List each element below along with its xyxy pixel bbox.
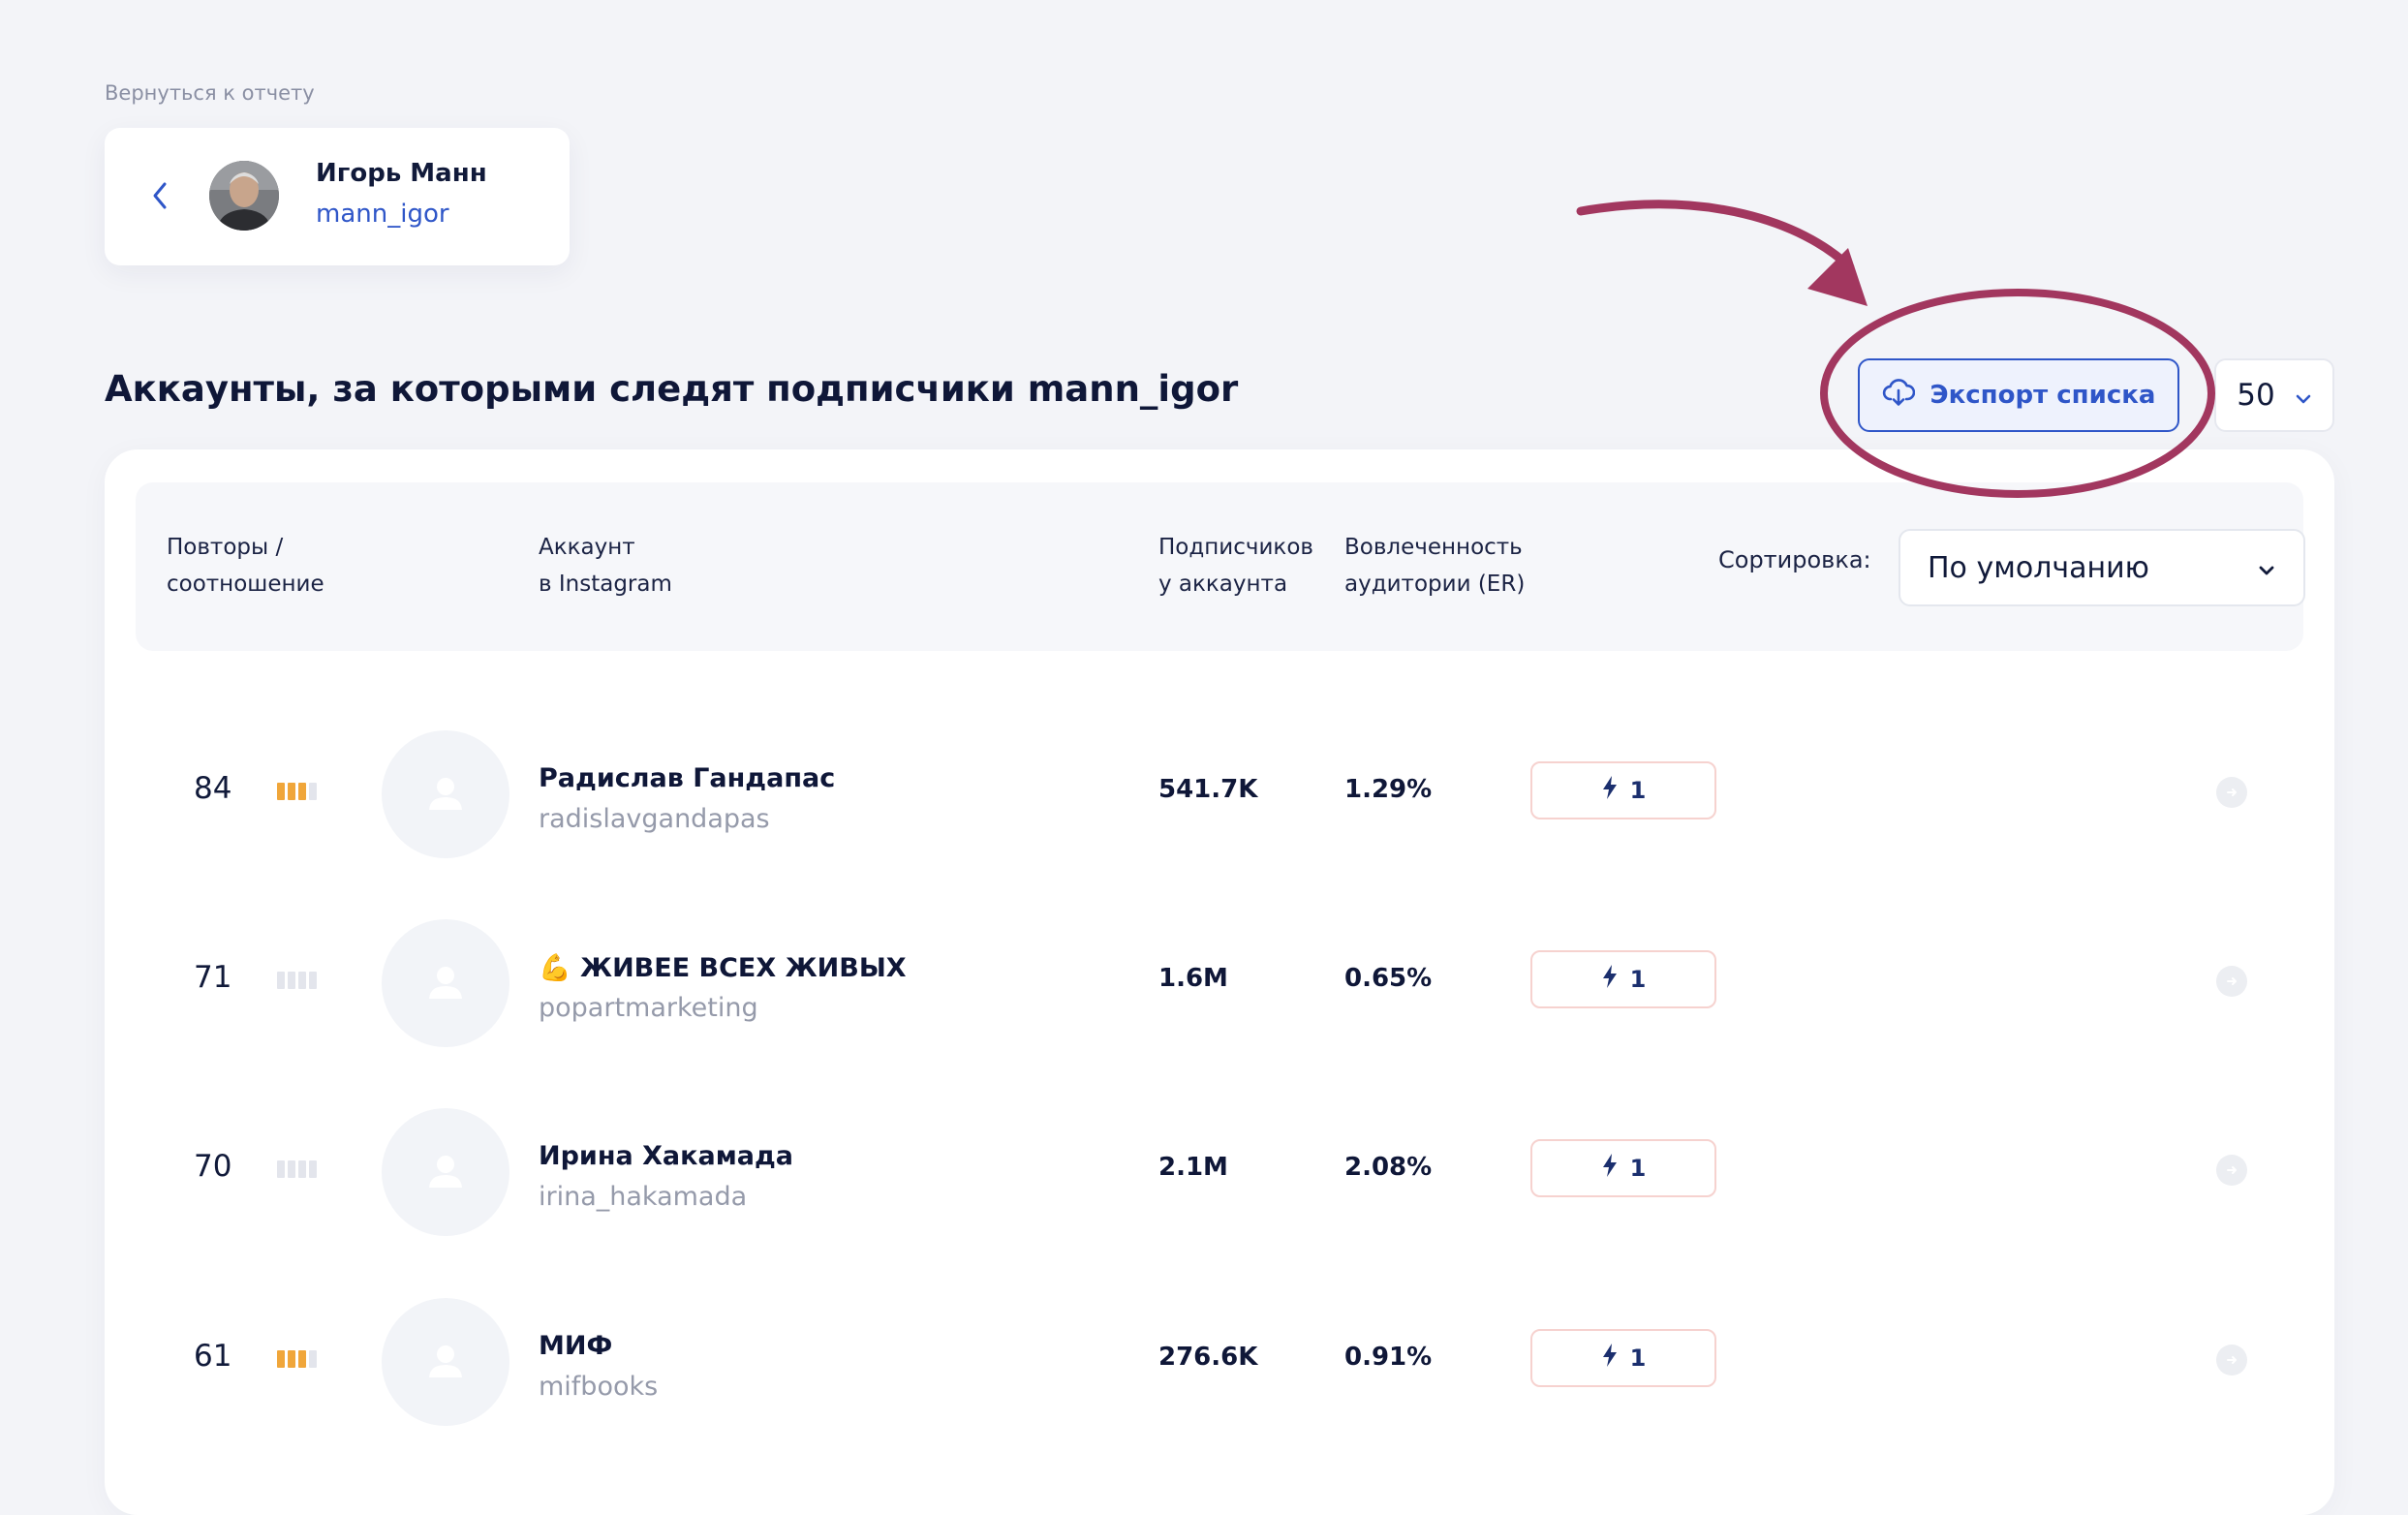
arrow-right-circle-icon[interactable]	[2216, 1345, 2247, 1376]
header-repeats-line1: Повторы /	[167, 535, 284, 560]
account-handle[interactable]: radislavgandapas	[539, 804, 770, 834]
ratio-bars	[277, 972, 317, 989]
header-account-line2: в Instagram	[539, 572, 672, 597]
chevron-down-icon	[2257, 551, 2276, 585]
followers-count: 541.7K	[1158, 775, 1258, 804]
avatar	[382, 730, 509, 858]
sort-select[interactable]: По умолчанию	[1899, 529, 2305, 606]
export-list-label: Экспорт списка	[1929, 381, 2156, 410]
boost-count: 1	[1629, 777, 1647, 804]
table-row: 84 Радислав Гандапас radislavgandapas 54…	[105, 721, 2334, 866]
accounts-table: Повторы / соотношение Аккаунт в Instagra…	[105, 449, 2334, 1515]
chevron-down-icon	[2295, 378, 2312, 413]
lightning-icon	[1601, 964, 1619, 995]
account-handle[interactable]: irina_hakamada	[539, 1182, 747, 1212]
profile-name: Игорь Манн	[316, 159, 487, 188]
repeats-count: 71	[194, 960, 232, 995]
header-repeats-line2: соотношение	[167, 572, 324, 597]
ratio-bars	[277, 783, 317, 800]
engagement-rate: 1.29%	[1344, 775, 1433, 804]
header-account: Аккаунт в Instagram	[539, 529, 672, 603]
account-handle[interactable]: popartmarketing	[539, 993, 758, 1023]
engagement-rate: 2.08%	[1344, 1153, 1433, 1182]
account-handle[interactable]: mifbooks	[539, 1372, 658, 1402]
boost-badge[interactable]: 1	[1530, 761, 1716, 819]
avatar	[382, 1108, 509, 1236]
table-row: 71 💪 ЖИВЕЕ ВСЕХ ЖИВЫХ popartmarketing 1.…	[105, 910, 2334, 1055]
followers-count: 2.1M	[1158, 1153, 1228, 1182]
page-title: Аккаунты, за которыми следят подписчики …	[105, 368, 1239, 410]
repeats-count: 70	[194, 1149, 232, 1184]
ratio-bars	[277, 1350, 317, 1368]
account-name[interactable]: Ирина Хакамада	[539, 1141, 793, 1171]
boost-count: 1	[1629, 1345, 1647, 1372]
ratio-bars	[277, 1160, 317, 1178]
lightning-icon	[1601, 1343, 1619, 1374]
boost-count: 1	[1629, 1155, 1647, 1182]
header-account-line1: Аккаунт	[539, 535, 635, 560]
repeats-count: 84	[194, 771, 232, 806]
header-followers-line1: Подписчиков	[1158, 535, 1313, 560]
avatar	[382, 919, 509, 1047]
arrow-right-circle-icon[interactable]	[2216, 1155, 2247, 1186]
avatar	[382, 1298, 509, 1426]
boost-badge[interactable]: 1	[1530, 1329, 1716, 1387]
avatar	[209, 161, 279, 231]
chevron-left-icon[interactable]	[147, 178, 174, 213]
back-to-report-link[interactable]: Вернуться к отчету	[105, 81, 315, 105]
account-name[interactable]: Радислав Гандапас	[539, 763, 835, 793]
boost-count: 1	[1629, 966, 1647, 993]
header-er-line1: Вовлеченность	[1344, 535, 1523, 560]
followers-count: 276.6K	[1158, 1343, 1258, 1372]
per-page-value: 50	[2237, 378, 2275, 413]
boost-badge[interactable]: 1	[1530, 950, 1716, 1008]
profile-handle[interactable]: mann_igor	[316, 200, 449, 229]
followers-count: 1.6M	[1158, 964, 1228, 993]
account-name[interactable]: 💪 ЖИВЕЕ ВСЕХ ЖИВЫХ	[539, 952, 907, 983]
arrow-right-circle-icon[interactable]	[2216, 966, 2247, 997]
arrow-right-circle-icon[interactable]	[2216, 777, 2247, 808]
engagement-rate: 0.65%	[1344, 964, 1433, 993]
table-header: Повторы / соотношение Аккаунт в Instagra…	[136, 482, 2305, 651]
sort-label: Сортировка:	[1718, 546, 1871, 573]
table-row: 61 МИФ mifbooks 276.6K 0.91% 1	[105, 1288, 2334, 1434]
header-er-line2: аудитории (ER)	[1344, 572, 1526, 597]
account-name[interactable]: МИФ	[539, 1331, 612, 1361]
lightning-icon	[1601, 775, 1619, 806]
sort-value: По умолчанию	[1928, 550, 2149, 585]
per-page-select[interactable]: 50	[2214, 358, 2334, 432]
boost-badge[interactable]: 1	[1530, 1139, 1716, 1197]
table-row: 70 Ирина Хакамада irina_hakamada 2.1M 2.…	[105, 1098, 2334, 1244]
export-list-button[interactable]: Экспорт списка	[1858, 358, 2179, 432]
repeats-count: 61	[194, 1339, 232, 1374]
lightning-icon	[1601, 1153, 1619, 1184]
profile-card: Игорь Манн mann_igor	[105, 128, 570, 265]
header-followers: Подписчиков у аккаунта	[1158, 529, 1313, 603]
cloud-download-icon	[1882, 378, 1915, 414]
header-er: Вовлеченность аудитории (ER)	[1344, 529, 1525, 603]
header-followers-line2: у аккаунта	[1158, 572, 1288, 597]
header-repeats: Повторы / соотношение	[167, 529, 324, 603]
engagement-rate: 0.91%	[1344, 1343, 1433, 1372]
